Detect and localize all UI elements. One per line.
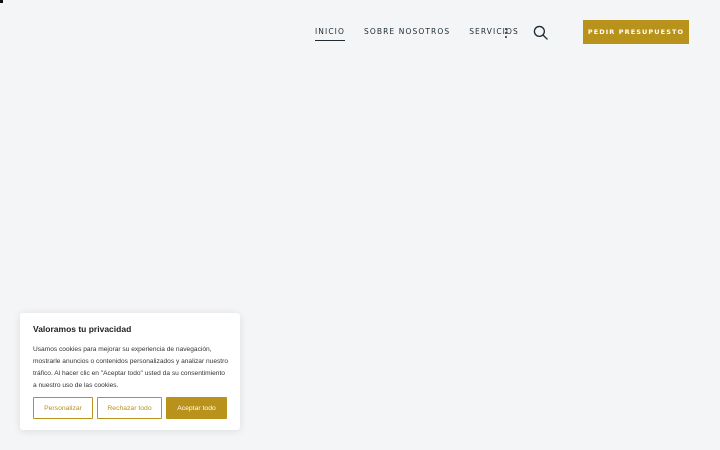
cookie-banner-text: Usamos cookies para mejorar su experienc… [33, 346, 228, 389]
dot [505, 32, 507, 34]
nav-item-servicios[interactable]: SERVICIOS [469, 27, 519, 41]
main-nav: INICIO SOBRE NOSOTROS SERVICIOS [315, 27, 519, 41]
cookie-consent-banner: Valoramos tu privacidad Usamos cookies p… [20, 313, 240, 430]
cookie-banner-title: Valoramos tu privacidad [33, 324, 132, 334]
dot [505, 28, 507, 30]
search-icon[interactable] [533, 25, 548, 40]
vertical-dots-icon[interactable] [504, 28, 508, 38]
customize-button[interactable]: Personalizar [33, 397, 93, 419]
site-header: INICIO SOBRE NOSOTROS SERVICIOS PEDIR PR… [0, 0, 720, 64]
reject-all-button[interactable]: Rechazar todo [97, 397, 162, 419]
request-quote-button[interactable]: PEDIR PRESUPUESTO [583, 20, 689, 44]
dot [505, 36, 507, 38]
cookie-buttons: Personalizar Rechazar todo Aceptar todo [33, 397, 227, 419]
accept-all-button[interactable]: Aceptar todo [166, 397, 227, 419]
nav-item-inicio[interactable]: INICIO [315, 27, 345, 41]
nav-item-sobre-nosotros[interactable]: SOBRE NOSOTROS [364, 27, 450, 41]
